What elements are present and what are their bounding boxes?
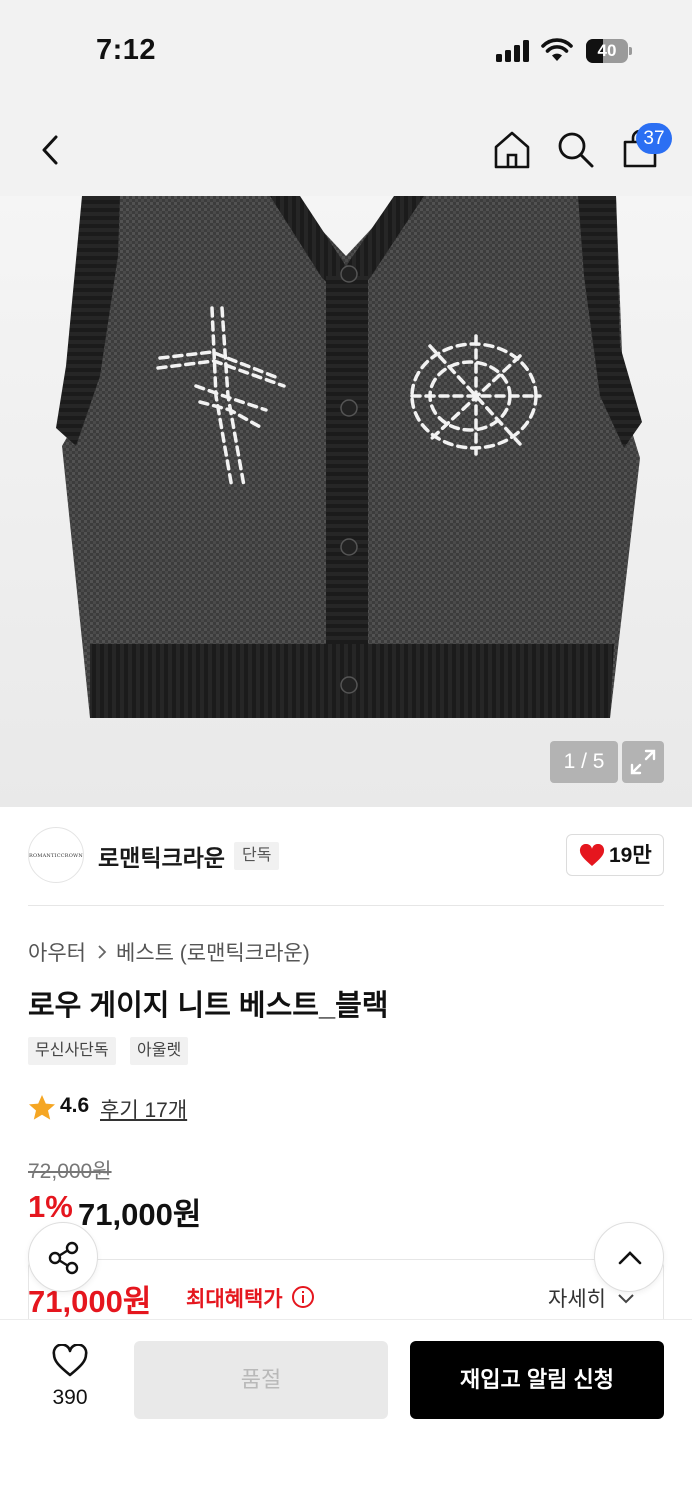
sale-price: 71,000원 [78,1197,202,1232]
product-image-knit-vest [56,196,642,718]
top-nav-bar [0,100,692,196]
wishlist-heart-icon[interactable] [52,1344,88,1378]
brand-name[interactable]: 로맨틱크라운 [98,839,225,873]
chip-outlet: 아울렛 [130,1037,189,1065]
fullscreen-expand-button[interactable] [622,741,664,783]
breadcrumb-subcategory[interactable]: 베스트 (로맨틱크라운) [116,937,310,967]
brand-like-button[interactable]: 19만 [566,834,664,876]
exclusive-tag: 단독 [234,842,280,870]
max-benefit-label: 최대혜택가 [186,1288,283,1311]
gallery-page-counter: 1 / 5 [550,741,618,783]
star-icon [29,1095,55,1120]
wishlist-count: 390 [52,1386,88,1409]
chip-musinsa-exclusive: 무신사단독 [28,1037,116,1065]
share-button[interactable] [28,1222,98,1292]
info-icon[interactable] [291,1285,315,1309]
benefit-detail-link[interactable]: 자세히 [548,1283,606,1313]
status-time: 7:12 [96,34,157,66]
chevron-up-icon [618,1251,642,1265]
status-bar: 7:12 40 [0,0,692,100]
sold-out-button: 품절 [134,1341,388,1419]
discount-rate: 1% [28,1189,73,1224]
scroll-to-top-button[interactable] [594,1222,664,1292]
share-icon [48,1241,79,1275]
brand-logo[interactable]: ROMANTICCROWN [28,827,84,883]
restock-alert-button[interactable]: 재입고 알림 신청 [410,1341,664,1419]
review-count-link[interactable]: 후기 17개 [100,1094,187,1124]
chevron-right-icon [98,945,107,959]
battery-icon: 40 [586,39,632,63]
product-image-gallery[interactable] [0,196,692,807]
battery-level: 40 [597,41,617,60]
breadcrumb-category[interactable]: 아우터 [28,937,86,967]
divider [28,905,664,906]
cart-count-badge[interactable]: 37 [636,123,672,154]
product-title: 로우 게이지 니트 베스트_블랙 [28,990,389,1022]
wifi-icon [541,38,573,61]
expand-icon [630,749,656,775]
brand-like-count: 19만 [609,844,652,867]
home-icon[interactable] [492,130,532,170]
search-icon[interactable] [556,130,596,170]
back-arrow-icon[interactable] [36,134,64,166]
rating-score: 4.6 [60,1094,90,1117]
original-price: 72,000원 [28,1160,112,1183]
heart-filled-icon [579,844,605,866]
cellular-signal-icon [496,40,532,62]
